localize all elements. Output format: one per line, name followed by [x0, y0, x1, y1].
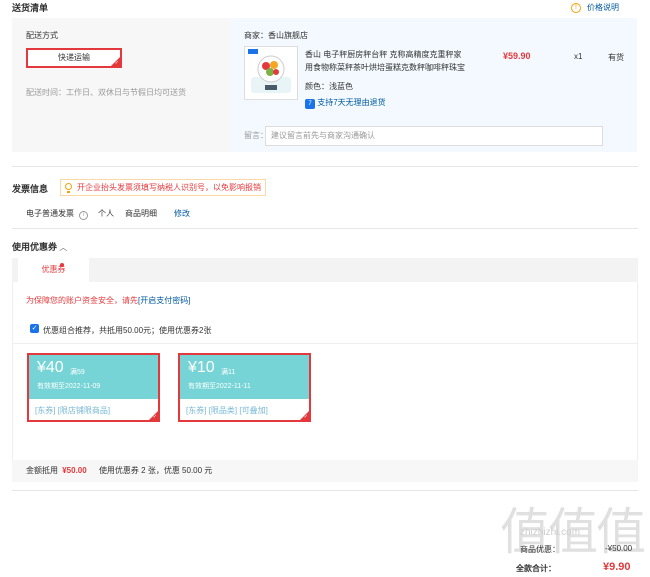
coupon-divider — [12, 343, 638, 344]
coupon-section-title: 使用优惠券 — [12, 242, 58, 252]
info-icon[interactable]: i — [79, 211, 89, 220]
invoice-holder: 个人 — [98, 209, 114, 218]
combo-text: 优惠组合推荐，共抵用50.00元；使用优惠券2张 — [43, 326, 212, 335]
coupon-amount: ¥10 — [188, 359, 215, 376]
merchant-info: 商家：香山旗舰店 — [244, 30, 308, 41]
coupon-tag: [可叠加] — [239, 406, 268, 415]
invoice-tip: 开企业抬头发票须填写纳税人识别号，以免影响报销 — [60, 179, 266, 196]
delivery-label: 配送方式 — [26, 31, 58, 40]
coupon-face: ¥40 满59 有效期至2022-11-09 — [29, 355, 158, 399]
check-icon: ✓ — [303, 414, 308, 420]
return-policy: 7 支持7天无理由退货 — [305, 97, 386, 109]
coupon-tag: [东券] — [186, 406, 207, 415]
merchant-label: 商家： — [244, 31, 268, 40]
deduct-label: 金额抵用 — [26, 466, 58, 475]
coupon-validity: 有效期至2022-11-11 — [188, 383, 251, 390]
check-icon: ✓ — [152, 414, 157, 420]
price-help-link[interactable]: ! 价格说明 — [571, 2, 619, 13]
coupon-condition: 满59 — [70, 369, 85, 376]
info-icon: ! — [571, 2, 581, 13]
product-price: ¥59.90 — [503, 51, 531, 61]
remark-input[interactable]: 建议留言前先与商家沟通确认 — [265, 126, 603, 146]
invoice-content: 商品明细 — [125, 209, 157, 218]
total-label: 全款合计： — [516, 564, 556, 573]
delivery-time: 配送时间：工作日、双休日与节假日均可送货 — [26, 88, 186, 97]
coupon-validity: 有效期至2022-11-09 — [37, 383, 101, 390]
coupon-face: ¥10 满11 有效期至2022-11-11 — [180, 355, 309, 399]
invoice-type: 电子普通发票 i — [26, 208, 89, 220]
check-icon: ✓ — [114, 60, 119, 66]
coupon-tab-strip — [12, 258, 638, 282]
section-divider — [12, 228, 638, 229]
coupon-tags: [东券] [限品类] [可叠加] — [186, 405, 268, 416]
coupon-condition: 满11 — [221, 369, 236, 376]
combo-checkbox[interactable]: ✓ — [30, 324, 39, 333]
product-quantity: x1 — [574, 52, 583, 61]
return-policy-icon: 7 — [305, 99, 315, 109]
coupon-toggle[interactable]: 使用优惠券 ︿ — [12, 240, 67, 253]
tab-coupons[interactable]: 优惠券 — [18, 258, 89, 283]
coupon-tags: [东券] [限店铺限商品] — [35, 405, 110, 416]
stock-status: 有货 — [608, 53, 624, 62]
delivery-option-label: 快递运输 — [58, 53, 90, 62]
section-divider — [12, 166, 638, 167]
total-value: ¥9.90 — [603, 561, 631, 573]
coupon-tag: [东券] — [35, 406, 56, 415]
price-help-label: 价格说明 — [587, 3, 619, 12]
product-title[interactable]: 香山 电子秤厨房秤台秤 克称高精度克重秤家 用食物称菜秤茶叶烘培蛋糕克数秤咖啡秤… — [305, 48, 465, 74]
product-thumbnail[interactable] — [244, 46, 298, 100]
coupon-amount: ¥40 — [37, 359, 64, 376]
product-title-line-2: 用食物称菜秤茶叶烘培蛋糕克数秤咖啡秤珠宝 — [305, 63, 465, 72]
delivery-option-express[interactable]: 快递运输 ✓ — [26, 48, 122, 68]
merchant-name[interactable]: 香山旗舰店 — [268, 31, 308, 40]
invoice-tip-text: 开企业抬头发票须填写纳税人识别号，以免影响报销 — [77, 183, 261, 192]
lightbulb-icon — [65, 183, 72, 193]
notification-dot — [60, 263, 64, 267]
shipping-list-title: 送货清单 — [12, 3, 49, 13]
deduct-detail: 使用优惠券 2 张，优惠 50.00 元 — [98, 466, 213, 475]
invoice-type-label: 电子普通发票 — [26, 209, 74, 218]
coupon-summary: 金额抵用 ¥50.00 使用优惠券 2 张，优惠 50.00 元 — [26, 465, 212, 476]
discount-label: 商品优惠： — [520, 545, 560, 554]
enable-payment-password-link[interactable]: [开启支付密码] — [138, 296, 190, 305]
product-title-line-1: 香山 电子秤厨房秤台秤 克称高精度克重秤家 — [305, 50, 462, 59]
section-divider — [12, 490, 638, 491]
chevron-up-icon: ︿ — [59, 243, 68, 252]
discount-value: -¥50.00 — [605, 544, 633, 553]
invoice-title: 发票信息 — [12, 184, 49, 194]
security-notice-text: 为保障您的账户资金安全，请先 — [26, 296, 138, 305]
kitchen-scale-image — [248, 49, 291, 93]
coupon-tag: [限店铺限商品] — [57, 406, 111, 415]
invoice-edit-link[interactable]: 修改 — [174, 208, 190, 219]
return-policy-label: 支持7天无理由退货 — [317, 98, 386, 107]
deduct-amount: ¥50.00 — [62, 466, 87, 475]
product-color: 颜色：浅蓝色 — [305, 82, 353, 91]
coupon-tag: [限品类] — [208, 406, 238, 415]
watermark-url: zhizhizhi.com — [520, 527, 581, 538]
coupon-card[interactable]: ¥10 满11 有效期至2022-11-11 [东券] [限品类] [可叠加] … — [178, 353, 311, 422]
security-notice: 为保障您的账户资金安全，请先[开启支付密码] — [26, 295, 190, 306]
coupon-card[interactable]: ¥40 满59 有效期至2022-11-09 [东券] [限店铺限商品] ✓ — [27, 353, 160, 422]
